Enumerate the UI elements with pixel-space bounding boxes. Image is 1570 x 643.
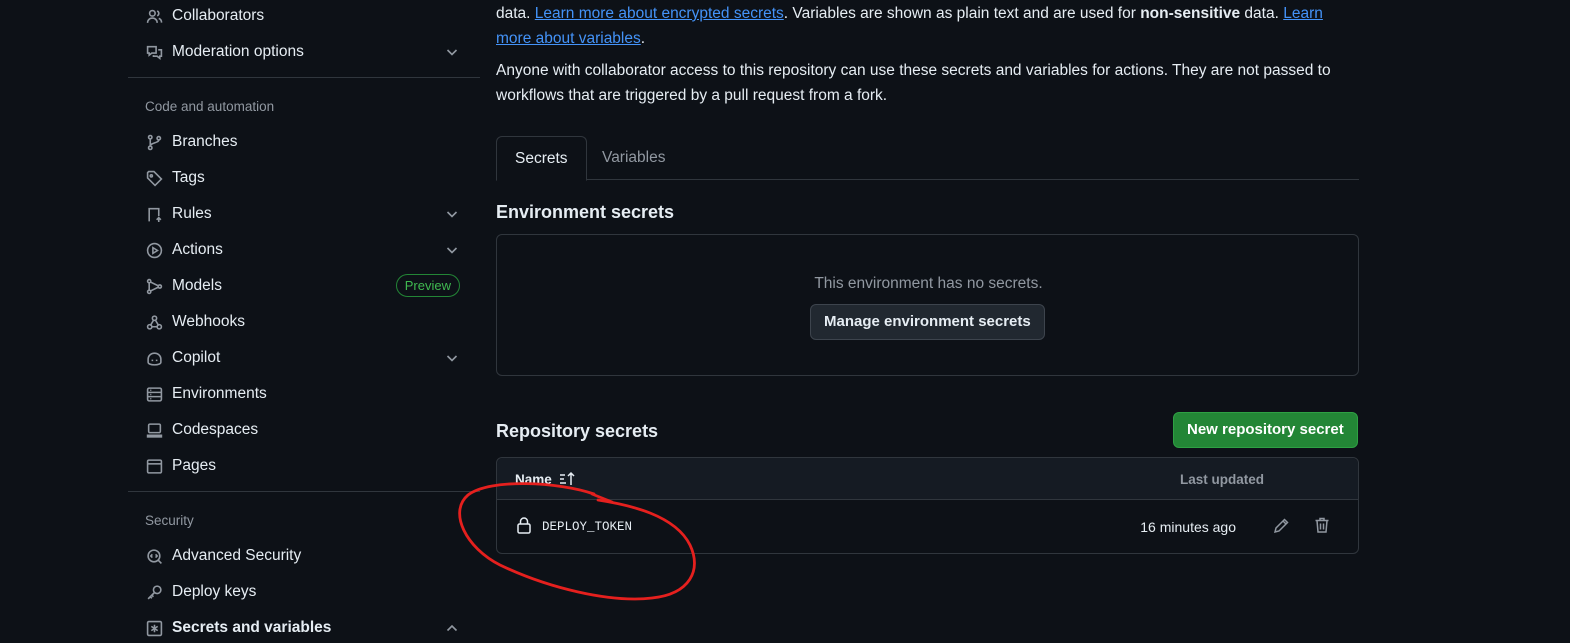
sidebar-divider	[128, 77, 480, 78]
repo-push-icon	[144, 204, 164, 224]
last-updated-value: 16 minutes ago	[1140, 519, 1236, 535]
sidebar-item-moderation[interactable]: Moderation options	[128, 36, 468, 68]
chevron-down-icon[interactable]	[444, 350, 460, 366]
sidebar-item-models[interactable]: Models Preview	[128, 270, 468, 302]
repository-secrets-heading: Repository secrets	[496, 421, 659, 441]
intro-text: data.	[496, 5, 535, 22]
codespaces-icon	[144, 420, 164, 440]
sidebar-item-label: Branches	[172, 133, 238, 150]
sidebar-item-pages[interactable]: Pages	[128, 450, 468, 482]
sidebar-item-webhooks[interactable]: Webhooks	[128, 306, 468, 338]
pencil-icon[interactable]	[1272, 517, 1290, 539]
secret-name: DEPLOY_TOKEN	[542, 520, 633, 534]
intro-bold: non-sensitive	[1140, 5, 1241, 22]
empty-state-text: This environment has no secrets.	[814, 275, 1043, 292]
intro-text: . Variables are shown as plain text and …	[783, 5, 1141, 22]
chevron-down-icon[interactable]	[444, 242, 460, 258]
codescan-icon	[144, 546, 164, 566]
trash-icon[interactable]	[1313, 516, 1331, 538]
sidebar-item-advanced-security[interactable]: Advanced Security	[128, 540, 468, 572]
sidebar-item-label: Rules	[172, 205, 212, 222]
sidebar-item-codespaces[interactable]: Codespaces	[128, 414, 468, 446]
section-heading-security: Security	[145, 513, 194, 528]
repository-secrets-table: Name Last updated DEPLOY_TOKEN 16 minute…	[496, 457, 1359, 554]
tag-icon	[144, 168, 164, 188]
lock-icon	[516, 516, 532, 538]
sidebar-item-label: Deploy keys	[172, 583, 257, 600]
people-icon	[144, 6, 164, 26]
sidebar-item-label: Webhooks	[172, 313, 245, 330]
git-branch-icon	[144, 132, 164, 152]
environment-secrets-box: This environment has no secrets. Manage …	[496, 234, 1359, 376]
sidebar-item-deploy-keys[interactable]: Deploy keys	[128, 576, 468, 608]
encrypted-secrets-link[interactable]: Learn more about encrypted secrets	[535, 5, 784, 22]
sort-icon[interactable]	[559, 471, 577, 491]
models-icon	[144, 276, 164, 296]
sidebar-item-label: Pages	[172, 457, 216, 474]
tab-variables[interactable]: Variables	[584, 136, 683, 180]
sidebar-item-label: Secrets and variables	[172, 619, 332, 636]
chevron-down-icon[interactable]	[444, 44, 460, 60]
column-header-name[interactable]: Name	[515, 472, 552, 487]
sidebar-item-label: Collaborators	[172, 7, 265, 24]
asterisk-box-icon	[144, 618, 164, 638]
sidebar-item-label: Actions	[172, 241, 223, 258]
table-header: Name Last updated	[497, 458, 1358, 500]
collaborator-note: Anyone with collaborator access to this …	[496, 62, 1331, 104]
sidebar-item-branches[interactable]: Branches	[128, 126, 468, 158]
sidebar-item-label: Advanced Security	[172, 547, 302, 564]
preview-badge: Preview	[395, 274, 460, 297]
chevron-down-icon[interactable]	[444, 206, 460, 222]
sidebar-item-secrets-variables[interactable]: Secrets and variables	[128, 612, 468, 643]
sidebar-item-label: Moderation options	[172, 43, 304, 60]
sidebar-item-label: Copilot	[172, 349, 221, 366]
sidebar-item-collaborators[interactable]: Collaborators	[128, 0, 468, 32]
tab-secrets[interactable]: Secrets	[496, 136, 587, 181]
sidebar-item-label: Environments	[172, 385, 267, 402]
intro-text: .	[640, 29, 646, 47]
new-repository-secret-button[interactable]: New repository secret	[1173, 412, 1358, 448]
sidebar-item-environments[interactable]: Environments	[128, 378, 468, 410]
environment-secrets-heading: Environment secrets	[496, 202, 675, 222]
sidebar-divider	[128, 491, 480, 492]
sidebar-item-tags[interactable]: Tags	[128, 162, 468, 194]
secrets-tabs: Secrets Variables	[496, 136, 1359, 181]
sidebar-item-actions[interactable]: Actions	[128, 234, 468, 266]
intro-paragraph: data. Learn more about encrypted secrets…	[496, 2, 1359, 51]
copilot-icon	[144, 348, 164, 368]
browser-icon	[144, 456, 164, 476]
sidebar-item-rules[interactable]: Rules	[128, 198, 468, 230]
chevron-up-icon[interactable]	[444, 620, 460, 636]
intro-text: data.	[1240, 5, 1284, 22]
sidebar-item-label: Codespaces	[172, 421, 259, 438]
play-icon	[144, 240, 164, 260]
sidebar-item-copilot[interactable]: Copilot	[128, 342, 468, 374]
sidebar-item-label: Models	[172, 277, 222, 294]
column-header-last-updated: Last updated	[1179, 472, 1264, 487]
sidebar-item-label: Tags	[172, 169, 205, 186]
comment-discussion-icon	[144, 42, 164, 62]
key-icon	[144, 582, 164, 602]
section-heading-code-automation: Code and automation	[145, 99, 275, 114]
table-row: DEPLOY_TOKEN 16 minutes ago	[497, 500, 1358, 554]
webhook-icon	[144, 312, 164, 332]
server-icon	[144, 384, 164, 404]
manage-environment-secrets-button[interactable]: Manage environment secrets	[810, 304, 1045, 340]
settings-page: Collaborators Moderation options Code an…	[0, 0, 1570, 643]
